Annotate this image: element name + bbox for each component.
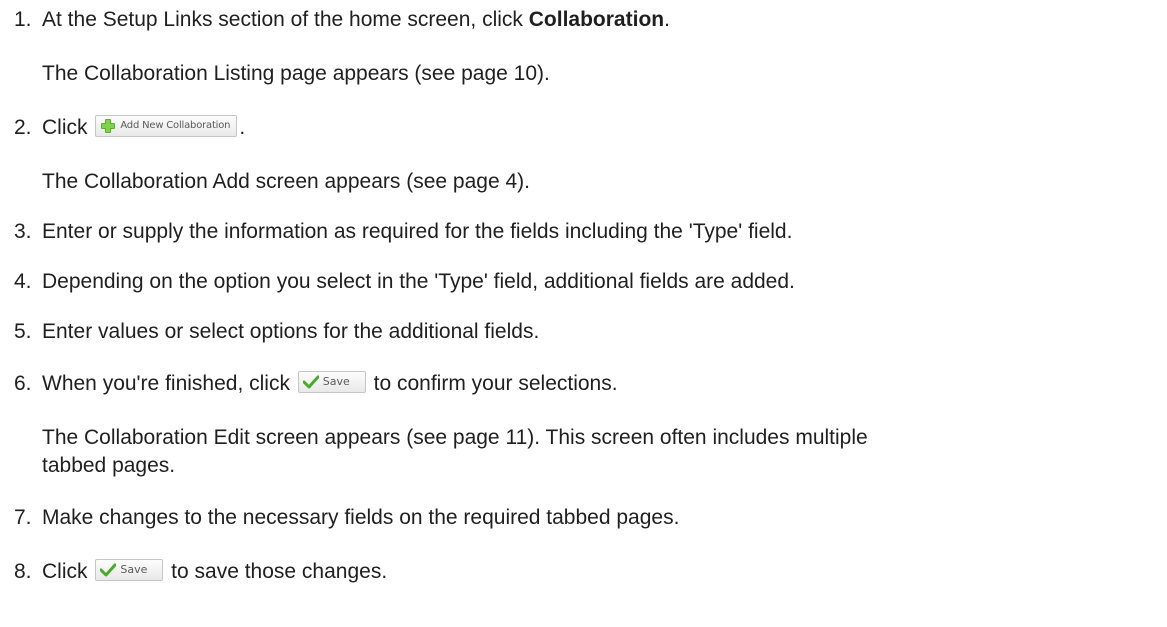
step-6-result-line-1: The Collaboration Edit screen appears (s… xyxy=(42,426,868,449)
save-label: Save xyxy=(120,563,148,577)
step-number: 3. xyxy=(14,220,32,243)
step-number: 2. xyxy=(14,116,32,139)
step-text: Make changes to the necessary fields on … xyxy=(42,506,680,529)
instruction-document: 1. At the Setup Links section of the hom… xyxy=(0,0,1167,627)
save-button[interactable]: Save xyxy=(297,371,366,394)
step-text: Enter or supply the information as requi… xyxy=(42,220,793,243)
step-6-result-line-2: tabbed pages. xyxy=(42,454,176,477)
step-text: At the Setup Links section of the home s… xyxy=(42,8,529,31)
step-2-result: The Collaboration Add screen appears (se… xyxy=(42,170,530,193)
step-number: 5. xyxy=(14,320,32,343)
add-new-collaboration-label: Add New Collaboration xyxy=(120,120,231,132)
step-number: 6. xyxy=(14,372,32,395)
save-button[interactable]: Save xyxy=(95,559,164,582)
step-number: 7. xyxy=(14,506,32,529)
step-text: Enter values or select options for the a… xyxy=(42,320,540,343)
step-number: 8. xyxy=(14,560,32,583)
step-number: 4. xyxy=(14,270,32,293)
plus-icon xyxy=(101,119,116,134)
save-label: Save xyxy=(322,375,350,389)
add-new-collaboration-button[interactable]: Add New Collaboration xyxy=(95,115,238,138)
collaboration-link-label: Collaboration xyxy=(528,8,665,31)
step-1-result: The Collaboration Listing page appears (… xyxy=(42,62,550,85)
check-icon xyxy=(100,563,117,577)
check-icon xyxy=(302,375,319,389)
step-text: Depending on the option you select in th… xyxy=(42,270,795,293)
step-number: 1. xyxy=(14,8,32,31)
